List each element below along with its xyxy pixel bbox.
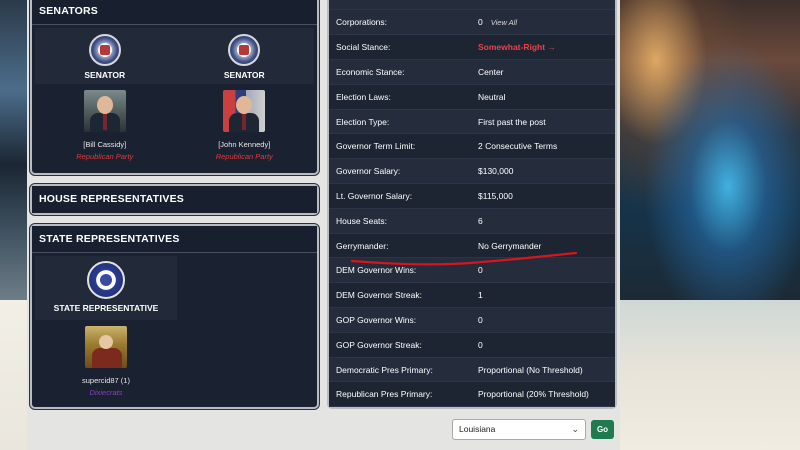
table-row: DEM Governor Wins: 0 [329, 257, 615, 284]
row-value: $130,000 [471, 158, 615, 185]
row-key: DEM Governor Streak: [329, 282, 471, 309]
row-key: Lt. Governor Salary: [329, 183, 471, 209]
table-row: Republican Pres Primary: Proportional (2… [329, 381, 615, 408]
table-row: GOP Governor Streak: 0 [329, 332, 615, 358]
person-name[interactable]: [John Kennedy] [218, 140, 270, 149]
row-value: Proportional (No Threshold) [471, 357, 615, 383]
row-key: DEM Governor Wins: [329, 257, 471, 284]
row-value: Neutral [471, 84, 615, 110]
row-key: Republican Pres Primary: [329, 381, 471, 408]
table-row: Corporations: 0 View All [329, 10, 615, 36]
table-row: Social Stance: Somewhat-Right → [329, 34, 615, 61]
person-name[interactable]: [Bill Cassidy] [83, 140, 126, 149]
row-value: 2 Consecutive Terms [471, 133, 615, 160]
table-row: Lt. Governor Salary: $115,000 [329, 183, 615, 209]
row-value: 0 [471, 307, 615, 333]
avatar[interactable] [223, 90, 266, 132]
row-key: GOP Governor Streak: [329, 332, 471, 358]
row-value: 1 [471, 282, 615, 309]
person-party[interactable]: Republican Party [216, 152, 273, 161]
row-value: 0 [471, 332, 615, 358]
row-key: Gerrymander: [329, 233, 471, 259]
row-value: Proportional (20% Threshold) [471, 381, 615, 408]
background-image-right [620, 0, 800, 300]
senator-people-row: [Bill Cassidy] Republican Party [John Ke… [35, 84, 314, 174]
row-key: Economic Stance: [329, 59, 471, 85]
table-row: GOP Governor Wins: 0 [329, 307, 615, 333]
go-button[interactable]: Go [591, 420, 614, 439]
background-right-lower [620, 300, 800, 450]
table-row: Governor Term Limit: 2 Consecutive Terms [329, 133, 615, 160]
row-key: Election Laws: [329, 84, 471, 110]
person-party[interactable]: Republican Party [76, 152, 133, 161]
state-info-panel: Corporations: 0 View All Social Stance: S… [327, 0, 617, 409]
state-info-table: Corporations: 0 View All Social Stance: S… [329, 10, 615, 408]
table-row: Election Laws: Neutral [329, 84, 615, 110]
senators-panel: SENATORS SENATOR SENATOR [Bill Cassidy] … [30, 0, 319, 175]
state-representatives-panel: STATE REPRESENTATIVES STATE REPRESENTATI… [30, 224, 319, 409]
senate-seal-icon [228, 34, 261, 66]
row-value: 6 [471, 208, 615, 234]
table-row: Governor Salary: $130,000 [329, 158, 615, 185]
view-all-link[interactable]: View All [491, 18, 517, 27]
senator-office-1: SENATOR [35, 28, 175, 84]
senator-office-2: SENATOR [175, 28, 315, 84]
state-rep-card[interactable]: supercid87 (1) Dixiecrats [35, 320, 177, 397]
louisiana-seal-icon [87, 261, 125, 299]
table-row: Gerrymander: No Gerrymander [329, 233, 615, 259]
row-value-text: 0 [478, 17, 483, 28]
row-key: House Seats: [329, 208, 471, 234]
row-value: $115,000 [471, 183, 615, 209]
row-value: First past the post [471, 109, 615, 135]
row-value: Center [471, 59, 615, 85]
table-row: Election Type: First past the post [329, 109, 615, 135]
state-rep-office: STATE REPRESENTATIVE [35, 256, 177, 320]
row-key: Democratic Pres Primary: [329, 357, 471, 383]
person-party[interactable]: Dixiecrats [90, 388, 123, 397]
table-row: DEM Governor Streak: 1 [329, 282, 615, 309]
row-key: Governor Term Limit: [329, 133, 471, 160]
senate-seal-icon [88, 34, 121, 66]
house-header: HOUSE REPRESENTATIVES [32, 186, 317, 213]
row-key: Corporations: [329, 10, 471, 36]
state-select-value: Louisiana [459, 424, 496, 434]
row-key: Election Type: [329, 109, 471, 135]
house-representatives-panel: HOUSE REPRESENTATIVES [30, 184, 319, 215]
senators-header: SENATORS [32, 0, 317, 25]
avatar[interactable] [83, 90, 126, 132]
table-row: Economic Stance: Center [329, 59, 615, 85]
office-title: STATE REPRESENTATIVE [53, 303, 159, 313]
table-row: Democratic Pres Primary: Proportional (N… [329, 357, 615, 383]
table-top-strip [329, 0, 615, 10]
social-stance-link[interactable]: Somewhat-Right → [478, 42, 556, 52]
row-key: Social Stance: [329, 34, 471, 61]
row-key: GOP Governor Wins: [329, 307, 471, 333]
office-title: SENATOR [84, 70, 126, 80]
office-title: SENATOR [223, 70, 265, 80]
background-image-left [0, 0, 27, 300]
avatar[interactable] [85, 326, 127, 368]
senator-card-kennedy[interactable]: [John Kennedy] Republican Party [175, 84, 315, 174]
row-value: 0 [471, 257, 615, 284]
chevron-down-icon: ⌄ [571, 424, 579, 434]
row-value: Somewhat-Right → [471, 34, 615, 61]
row-value: 0 View All [471, 10, 615, 36]
table-row: House Seats: 6 [329, 208, 615, 234]
row-key: Governor Salary: [329, 158, 471, 185]
person-name[interactable]: supercid87 (1) [82, 376, 130, 385]
state-reps-header: STATE REPRESENTATIVES [32, 226, 317, 253]
row-value: No Gerrymander [471, 233, 615, 259]
senator-office-row: SENATOR SENATOR [35, 28, 314, 84]
background-left-lower [0, 300, 27, 450]
senator-card-cassidy[interactable]: [Bill Cassidy] Republican Party [35, 84, 175, 174]
state-select[interactable]: Louisiana ⌄ [452, 419, 586, 440]
